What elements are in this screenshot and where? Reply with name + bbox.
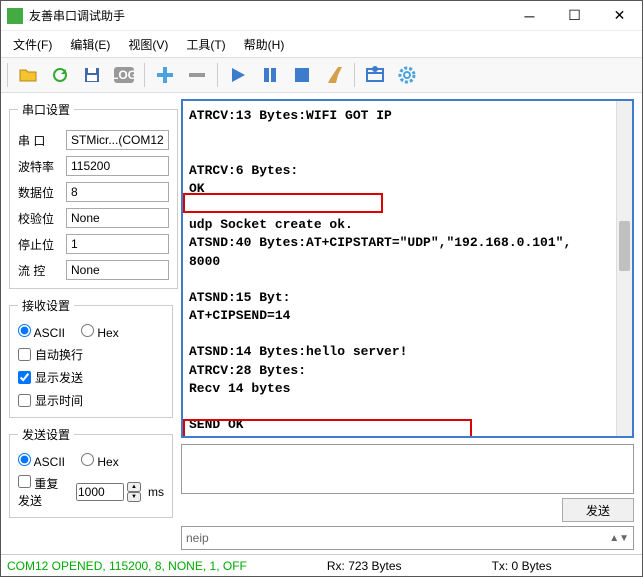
- send-textarea-container: [181, 444, 634, 494]
- menu-help[interactable]: 帮助(H): [236, 34, 293, 55]
- parity-label: 校验位: [18, 210, 60, 227]
- flow-label: 流 控: [18, 262, 60, 279]
- titlebar: 友善串口调试助手 ─ ☐ ✕: [1, 1, 642, 31]
- svg-text:LOG: LOG: [113, 68, 135, 82]
- serial-settings-group: 串口设置 串 口 STMicr...(COM12 波特率 115200 数据位 …: [9, 101, 178, 289]
- autowrap-check[interactable]: 自动换行: [18, 346, 164, 363]
- menu-tools[interactable]: 工具(T): [178, 34, 233, 55]
- folder-open-icon[interactable]: [14, 61, 42, 89]
- send-hex-radio[interactable]: Hex: [81, 453, 119, 469]
- plus-icon[interactable]: [151, 61, 179, 89]
- status-connection: COM12 OPENED, 115200, 8, NONE, 1, OFF: [7, 559, 247, 573]
- refresh-icon[interactable]: [46, 61, 74, 89]
- menu-edit[interactable]: 编辑(E): [62, 34, 118, 55]
- menu-file[interactable]: 文件(F): [5, 34, 60, 55]
- stopbits-select[interactable]: 1: [66, 234, 169, 254]
- statusbar: COM12 OPENED, 115200, 8, NONE, 1, OFF Rx…: [1, 554, 642, 576]
- repeat-interval-input[interactable]: [76, 483, 124, 501]
- app-icon: [7, 8, 23, 24]
- content: 串口设置 串 口 STMicr...(COM12 波特率 115200 数据位 …: [1, 93, 642, 554]
- send-settings-group: 发送设置 ASCII Hex 重复发送 ▲▼ ms: [9, 426, 173, 518]
- repeat-check[interactable]: 重复发送: [18, 475, 68, 509]
- databits-select[interactable]: 8: [66, 182, 169, 202]
- send-legend: 发送设置: [18, 426, 74, 443]
- log-icon[interactable]: LOG: [110, 61, 138, 89]
- baud-label: 波特率: [18, 158, 60, 175]
- maximize-button[interactable]: ☐: [552, 1, 597, 31]
- send-textarea[interactable]: [182, 445, 633, 493]
- recv-settings-group: 接收设置 ASCII Hex 自动换行 显示发送 显示时间: [9, 297, 173, 418]
- stopbits-label: 停止位: [18, 236, 60, 253]
- minimize-button[interactable]: ─: [507, 1, 552, 31]
- separator: [354, 63, 355, 87]
- send-button[interactable]: 发送: [562, 498, 634, 522]
- baud-select[interactable]: 115200: [66, 156, 169, 176]
- send-ascii-radio[interactable]: ASCII: [18, 453, 65, 469]
- separator: [217, 63, 218, 87]
- spin-down[interactable]: ▼: [127, 492, 141, 502]
- left-panel: 串口设置 串 口 STMicr...(COM12 波特率 115200 数据位 …: [1, 93, 181, 554]
- recv-ascii-radio[interactable]: ASCII: [18, 324, 65, 340]
- port-select[interactable]: STMicr...(COM12: [66, 130, 169, 150]
- close-button[interactable]: ✕: [597, 1, 642, 31]
- status-rx: Rx: 723 Bytes: [327, 559, 402, 573]
- menu-view[interactable]: 视图(V): [120, 34, 176, 55]
- clear-icon[interactable]: [320, 61, 348, 89]
- receive-text-content: ATRCV:13 Bytes:WIFI GOT IP ATRCV:6 Bytes…: [183, 101, 632, 438]
- toolbar: LOG: [1, 57, 642, 93]
- recv-legend: 接收设置: [18, 297, 74, 314]
- parity-select[interactable]: None: [66, 208, 169, 228]
- scrollbar-thumb[interactable]: [619, 221, 630, 271]
- flow-select[interactable]: None: [66, 260, 169, 280]
- play-icon[interactable]: [224, 61, 252, 89]
- serial-legend: 串口设置: [18, 101, 74, 118]
- port-label: 串 口: [18, 132, 60, 149]
- showsend-check[interactable]: 显示发送: [18, 369, 164, 386]
- status-tx: Tx: 0 Bytes: [492, 559, 552, 573]
- window-icon[interactable]: [361, 61, 389, 89]
- recv-hex-radio[interactable]: Hex: [81, 324, 119, 340]
- scrollbar[interactable]: [616, 101, 632, 436]
- chevrons-icon: ▲▼: [609, 533, 629, 544]
- right-panel: ATRCV:13 Bytes:WIFI GOT IP ATRCV:6 Bytes…: [181, 93, 642, 554]
- receive-textarea[interactable]: ATRCV:13 Bytes:WIFI GOT IP ATRCV:6 Bytes…: [181, 99, 634, 438]
- small-output-box[interactable]: neip ▲▼: [181, 526, 634, 550]
- pause-icon[interactable]: [256, 61, 284, 89]
- window-title: 友善串口调试助手: [29, 7, 507, 24]
- spin-up[interactable]: ▲: [127, 482, 141, 492]
- stop-icon[interactable]: [288, 61, 316, 89]
- save-icon[interactable]: [78, 61, 106, 89]
- menubar: 文件(F) 编辑(E) 视图(V) 工具(T) 帮助(H): [1, 31, 642, 57]
- minus-icon[interactable]: [183, 61, 211, 89]
- showtime-check[interactable]: 显示时间: [18, 392, 164, 409]
- databits-label: 数据位: [18, 184, 60, 201]
- gear-icon[interactable]: [393, 61, 421, 89]
- separator: [7, 63, 8, 87]
- separator: [144, 63, 145, 87]
- ms-label: ms: [148, 485, 164, 499]
